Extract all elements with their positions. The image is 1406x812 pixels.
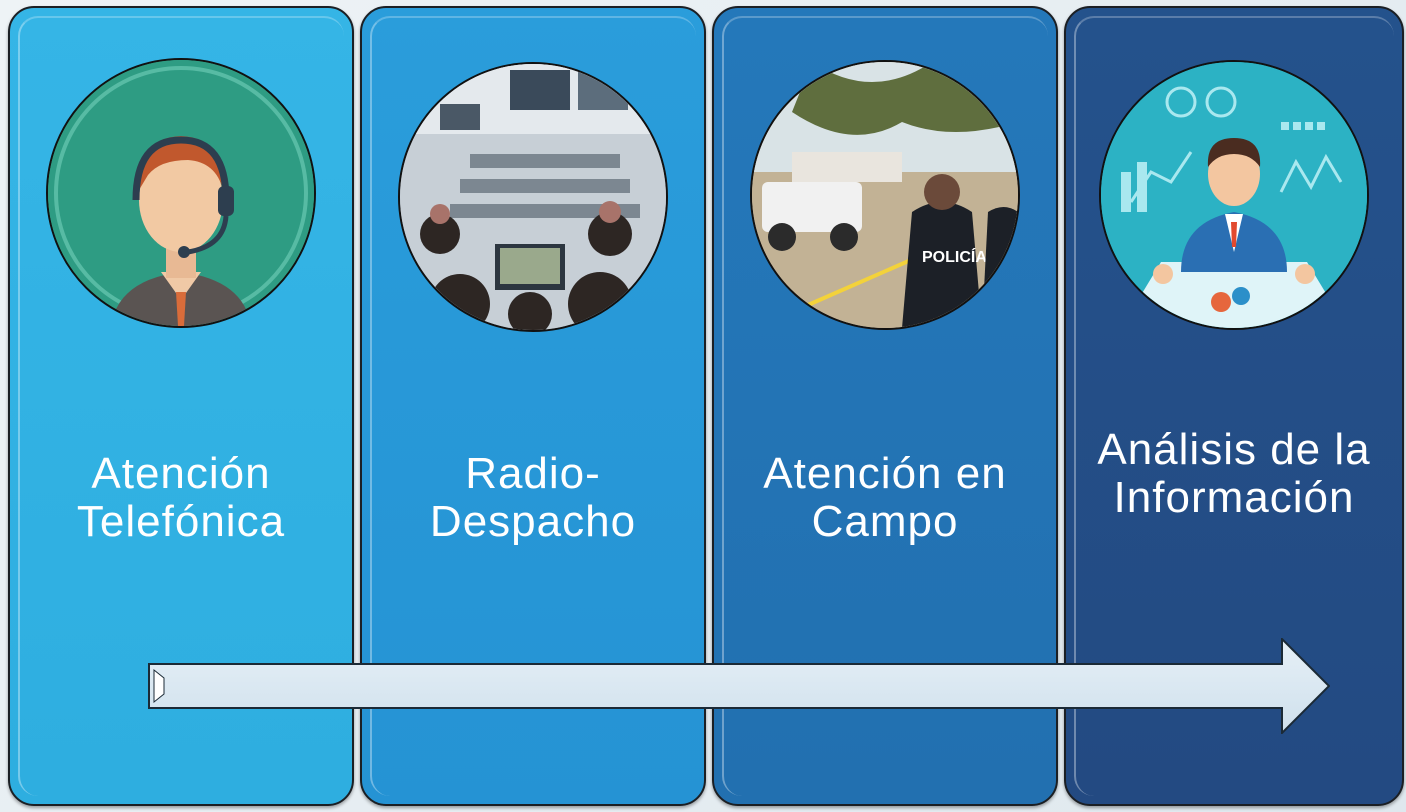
process-flow-arrow — [148, 638, 1330, 734]
dispatch-room-photo — [398, 62, 668, 332]
municipal-police-photo: POLICÍA — [750, 60, 1020, 330]
stage-label-field: Atención en Campo — [763, 449, 1007, 546]
stage-label-dispatch: Radio-Despacho — [429, 449, 637, 546]
process-flow-arrow-shape — [148, 638, 1330, 734]
stage-label-analysis: Análisis de la Información — [1097, 425, 1371, 522]
stage-label-telephone: Atención Telefónica — [76, 449, 286, 546]
call-center-operator-icon — [46, 58, 316, 328]
svg-text:POLICÍA: POLICÍA — [922, 247, 987, 266]
data-analyst-icon — [1099, 60, 1369, 330]
